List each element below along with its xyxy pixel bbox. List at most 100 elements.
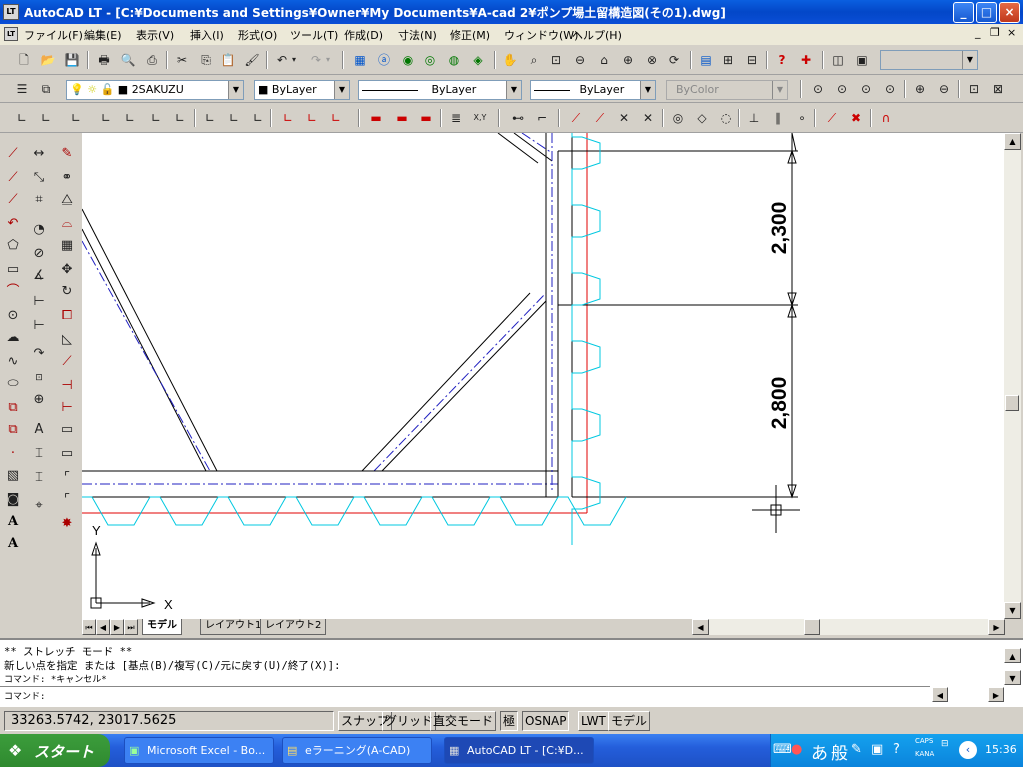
dbconnect-icon[interactable]: ◈ xyxy=(468,50,488,70)
tab-first-button[interactable]: ⏮ xyxy=(82,619,96,635)
explode-icon[interactable]: ✸ xyxy=(56,513,78,535)
doc-close-button[interactable]: × xyxy=(1007,26,1016,39)
osnap-none-icon[interactable]: ✖ xyxy=(846,108,866,128)
coordinates-display[interactable]: 33263.5742, 23017.5625 xyxy=(4,711,334,731)
osnap-midpoint-icon[interactable]: ⟋ xyxy=(590,108,610,128)
menu-insert[interactable]: 挿入(I) xyxy=(190,27,224,43)
ucs-world-icon[interactable]: ∟ xyxy=(36,108,56,128)
sheet-set-icon[interactable]: ◎ xyxy=(420,50,440,70)
extend-icon[interactable]: ⊢ xyxy=(56,397,78,419)
tile-vertical-icon[interactable]: ◫ xyxy=(828,50,848,70)
minimize-button[interactable]: _ xyxy=(953,2,974,23)
scroll-down-button[interactable]: ▼ xyxy=(1004,602,1021,619)
dim-angular-icon[interactable]: ∡ xyxy=(28,265,50,287)
dim-rotate-z-icon[interactable]: ∟ xyxy=(326,108,346,128)
ucs-x-icon[interactable]: ∟ xyxy=(200,108,220,128)
autocad-app-icon[interactable]: LT xyxy=(3,4,19,20)
zoom-all-icon[interactable]: ⊡ xyxy=(964,79,984,99)
help-icon[interactable]: ? xyxy=(772,50,792,70)
dim-style-icon[interactable]: ▬ xyxy=(416,108,436,128)
plugin-icon[interactable]: ✚ xyxy=(796,50,816,70)
revision-cloud-icon[interactable]: ☁ xyxy=(2,327,24,349)
dim-update-icon[interactable]: ⌶ xyxy=(28,467,50,489)
tab-last-button[interactable]: ⏭ xyxy=(124,619,138,635)
osnap-toggle[interactable]: OSNAP xyxy=(522,711,570,731)
cmd-scroll-down-button[interactable]: ▼ xyxy=(1004,670,1021,685)
menu-file[interactable]: ファイル(F) xyxy=(24,27,83,43)
new-file-icon[interactable]: 🗋 xyxy=(14,50,34,70)
zoom-extents-icon[interactable]: ⊠ xyxy=(988,79,1008,99)
zoom-dynamic-icon[interactable]: ⊙ xyxy=(832,79,852,99)
print-icon[interactable]: 🖶 xyxy=(94,50,114,70)
construction-line-icon[interactable]: ⟋ xyxy=(2,167,24,189)
osnap-center-icon[interactable]: ◎ xyxy=(668,108,688,128)
hatch-icon[interactable]: ▧ xyxy=(2,465,24,487)
cut-icon[interactable]: ✂ xyxy=(172,50,192,70)
tab-model[interactable]: モデル xyxy=(142,619,182,635)
trim-icon[interactable]: ⊣ xyxy=(56,375,78,397)
region-icon[interactable]: ◙ xyxy=(2,489,24,511)
dim-linear-icon[interactable]: ↔ xyxy=(28,143,50,165)
zoom-realtime-icon[interactable]: ⌕ xyxy=(524,50,544,70)
scale-icon[interactable]: ⧠ xyxy=(56,305,78,327)
regen-icon[interactable]: ⟳ xyxy=(664,50,684,70)
mtext-icon[interactable]: A xyxy=(2,511,24,533)
menu-dimension[interactable]: 寸法(N) xyxy=(398,27,437,43)
copy-object-icon[interactable]: ⚭ xyxy=(56,167,78,189)
ime-icon[interactable]: ● xyxy=(791,742,802,757)
drawing-area[interactable]: 2,300 2,800 Y X xyxy=(82,133,1004,619)
dim-aligned-icon[interactable]: ⤡ xyxy=(28,167,50,189)
redo-dropdown-icon[interactable]: ▾ xyxy=(322,50,334,70)
linetype-combo[interactable]: ByLayer ▼ xyxy=(358,80,522,100)
osnap-settings-icon[interactable]: ∩ xyxy=(876,108,896,128)
osnap-perpendicular-icon[interactable]: ⊥ xyxy=(744,108,764,128)
vertical-scrollbar[interactable]: ▲ ▼ xyxy=(1004,133,1021,619)
chamfer-icon[interactable]: ⌜ xyxy=(56,467,78,489)
osnap-endpoint-icon[interactable]: ⟋ xyxy=(566,108,586,128)
break-icon[interactable]: ▭ xyxy=(56,443,78,465)
menu-draw[interactable]: 作成(D) xyxy=(344,27,383,43)
menu-help[interactable]: ヘルプ(H) xyxy=(572,27,622,43)
center-mark-icon[interactable]: ⊕ xyxy=(28,389,50,411)
osnap-intersection-icon[interactable]: ✕ xyxy=(614,108,634,128)
zoom-window-icon[interactable]: ⊡ xyxy=(546,50,566,70)
design-center-icon[interactable]: ▦ xyxy=(350,50,370,70)
tile-horizontal-icon[interactable]: ▣ xyxy=(852,50,872,70)
save-icon[interactable]: 💾 xyxy=(62,50,82,70)
erase-icon[interactable]: ✎ xyxy=(56,143,78,165)
tolerance-icon[interactable]: ⊡ xyxy=(28,367,50,389)
layer-manager-icon[interactable]: ▤ xyxy=(696,50,716,70)
ucs-view-icon[interactable]: ∟ xyxy=(146,108,166,128)
tab-next-button[interactable]: ▶ xyxy=(110,619,124,635)
hscroll-right-button[interactable]: ▶ xyxy=(988,619,1005,635)
ime-tools-icon[interactable]: ✎ xyxy=(851,742,862,757)
dim-aligned-icon[interactable]: ▬ xyxy=(392,108,412,128)
dim-rotate-y-icon[interactable]: ∟ xyxy=(302,108,322,128)
zoom-center-icon[interactable]: ⊙ xyxy=(880,79,900,99)
language-bar-icon[interactable]: ⊟ xyxy=(941,739,949,749)
ucs-face-icon[interactable]: ∟ xyxy=(120,108,140,128)
ucs-y-icon[interactable]: ∟ xyxy=(224,108,244,128)
zoom-extents-icon[interactable]: ⊕ xyxy=(618,50,638,70)
menu-edit[interactable]: 編集(E) xyxy=(84,27,122,43)
arc-icon[interactable]: ⌒ xyxy=(2,281,24,303)
polyline-icon[interactable]: ⟋ xyxy=(2,189,24,211)
tab-prev-button[interactable]: ◀ xyxy=(96,619,110,635)
layer-properties-icon[interactable]: ☰ xyxy=(12,79,32,99)
tab-layout2[interactable]: レイアウト2 xyxy=(260,619,327,635)
make-block-icon[interactable]: ⧉ xyxy=(2,419,24,441)
taskbar-item-elearning[interactable]: ▤ eラーニング(A-CAD) xyxy=(282,737,432,764)
polygon-icon[interactable]: ⬠ xyxy=(2,235,24,257)
dim-continue-icon[interactable]: ↷ xyxy=(28,343,50,365)
hscroll-thumb[interactable] xyxy=(804,619,820,635)
publish-icon[interactable]: ⎙ xyxy=(142,50,162,70)
maximize-button[interactable]: □ xyxy=(976,2,997,23)
hscroll-left-button[interactable]: ◀ xyxy=(692,619,709,635)
osnap-from-icon[interactable]: ⌐ xyxy=(532,108,552,128)
zoom-previous-icon[interactable]: ⊖ xyxy=(570,50,590,70)
model-toggle[interactable]: モデル xyxy=(608,711,651,731)
doc-restore-button[interactable]: ❐ xyxy=(990,26,1000,39)
line-icon[interactable]: ⟋ xyxy=(2,143,24,165)
zoom-all-icon[interactable]: ⊗ xyxy=(642,50,662,70)
text-icon[interactable]: A xyxy=(2,533,24,555)
